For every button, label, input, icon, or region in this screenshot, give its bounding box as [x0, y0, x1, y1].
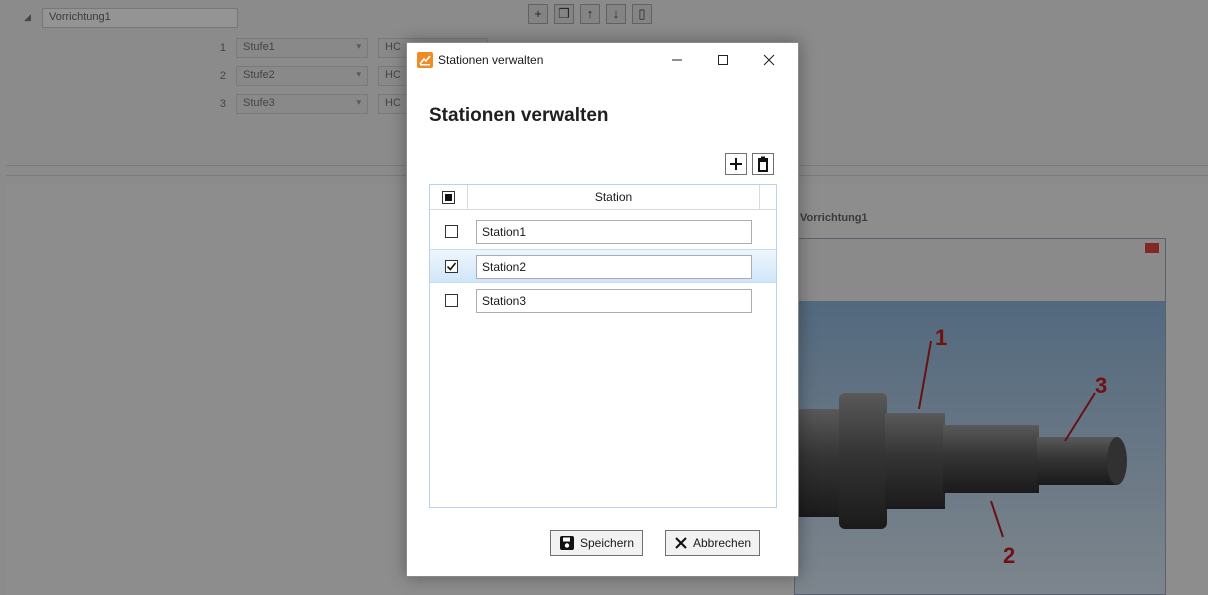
station-name-field[interactable]: Station3	[476, 289, 752, 313]
trash-icon	[758, 156, 768, 172]
plus-icon	[730, 158, 742, 170]
minimize-button[interactable]	[654, 43, 700, 77]
cancel-label: Abbrechen	[693, 536, 752, 550]
window-title: Stationen verwalten	[438, 53, 544, 67]
save-label: Speichern	[580, 536, 635, 550]
delete-station-button[interactable]	[752, 153, 774, 175]
station-row[interactable]: Station1	[430, 215, 776, 249]
maximize-icon	[718, 55, 728, 65]
station-checkbox[interactable]	[445, 260, 458, 273]
minimize-icon	[672, 59, 682, 61]
manage-stations-dialog: Stationen verwalten Stationen verwalten …	[406, 42, 799, 577]
station-checkbox[interactable]	[445, 294, 458, 307]
maximize-button[interactable]	[700, 43, 746, 77]
select-all-cell	[430, 185, 468, 209]
grid-header: Station	[430, 185, 776, 210]
add-station-button[interactable]	[725, 153, 747, 175]
dialog-heading: Stationen verwalten	[429, 105, 609, 126]
station-name-field[interactable]: Station2	[476, 255, 752, 279]
select-all-checkbox[interactable]	[442, 190, 455, 204]
close-icon	[763, 54, 775, 66]
app-logo-icon	[417, 52, 433, 68]
station-name-field[interactable]: Station1	[476, 220, 752, 244]
stations-grid: Station Station1 Station2 Station3	[429, 184, 777, 508]
station-row[interactable]: Station2	[430, 249, 776, 283]
close-button[interactable]	[746, 43, 792, 77]
title-bar[interactable]: Stationen verwalten	[407, 43, 798, 77]
cancel-button[interactable]: Abbrechen	[665, 530, 761, 556]
x-icon	[675, 537, 687, 549]
station-row[interactable]: Station3	[430, 284, 776, 318]
column-header-station[interactable]: Station	[468, 185, 760, 209]
station-checkbox[interactable]	[445, 225, 458, 238]
save-button[interactable]: Speichern	[550, 530, 644, 556]
floppy-disk-icon	[560, 536, 574, 550]
checkmark-icon	[446, 262, 457, 271]
